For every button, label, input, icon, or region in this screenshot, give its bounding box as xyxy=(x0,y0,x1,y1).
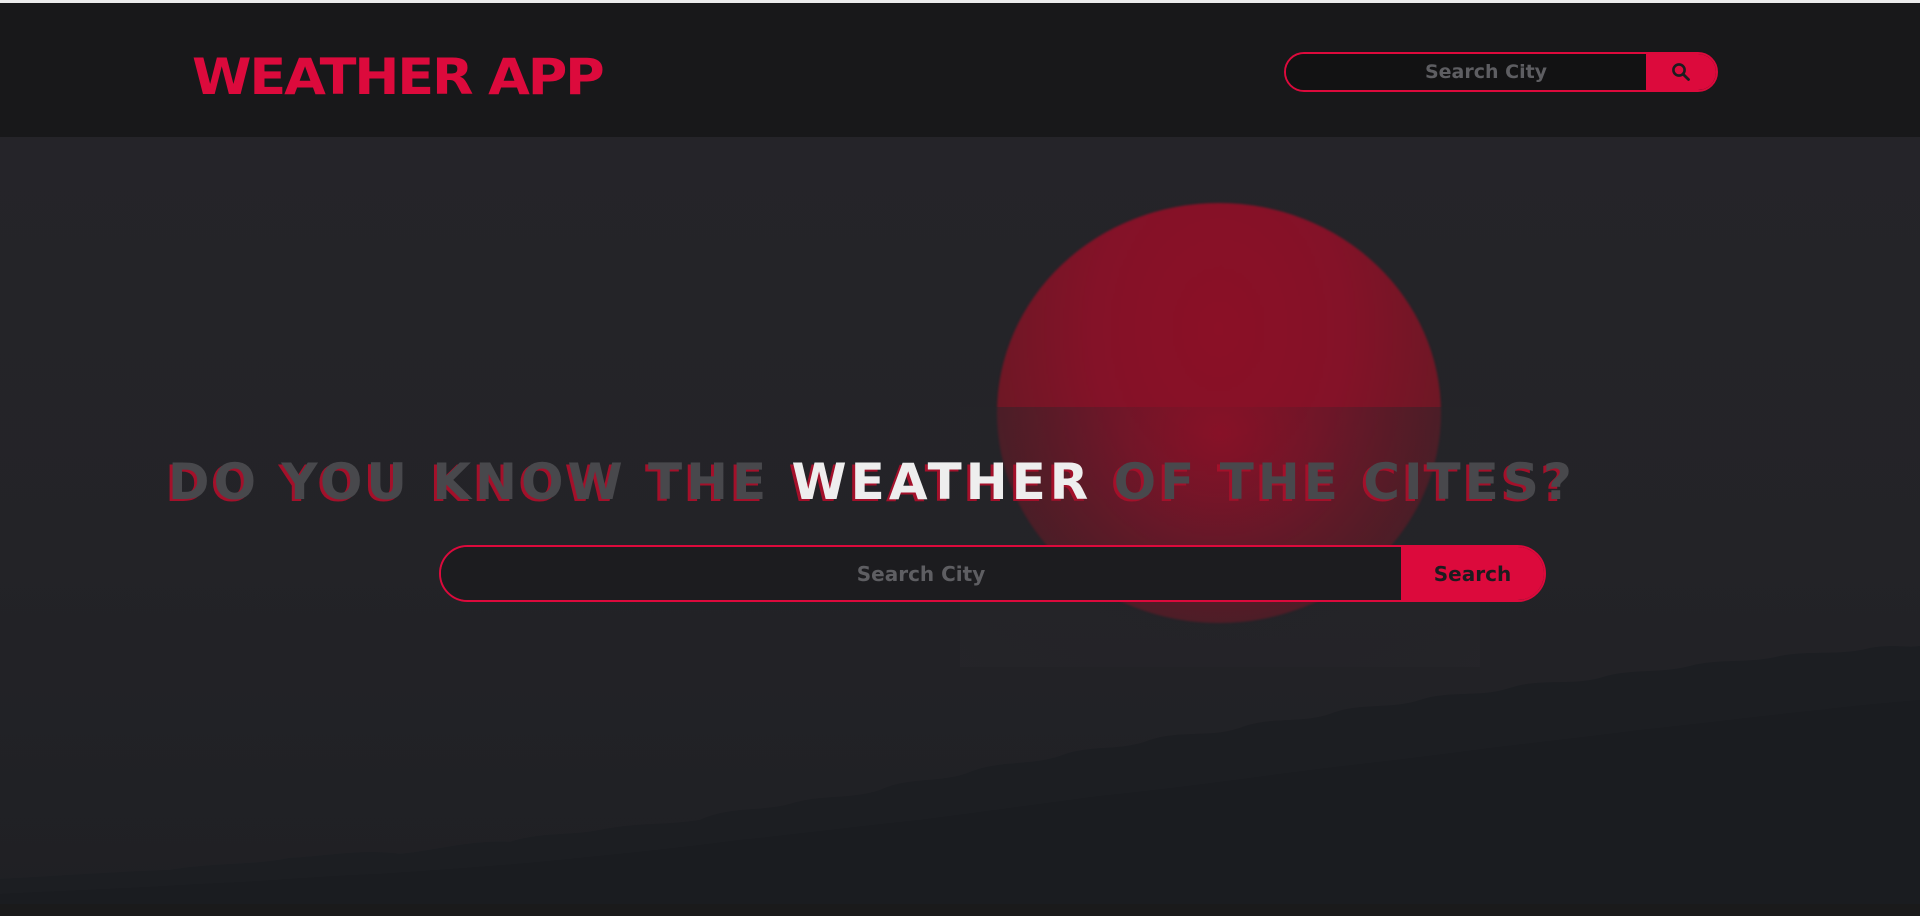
page-bottom-strip xyxy=(0,904,1920,916)
app-logo[interactable]: WEATHER APP xyxy=(192,47,605,107)
navbar-search-input[interactable] xyxy=(1286,54,1646,90)
hero-search-button[interactable]: Search xyxy=(1401,547,1544,600)
search-icon xyxy=(1672,63,1690,81)
navbar-search-button[interactable] xyxy=(1646,54,1716,90)
headline-text-after: OF THE CITES? xyxy=(1092,453,1576,511)
navbar-search-form xyxy=(1284,52,1718,92)
hero-search-form: Search xyxy=(439,545,1546,602)
headline-highlight-word: WEATHER xyxy=(791,453,1093,511)
hero-search-input[interactable] xyxy=(441,547,1401,600)
headline-text-before: DO YOU KNOW THE xyxy=(168,453,792,511)
treeline-silhouette xyxy=(0,646,1920,904)
weather-app-page: WEATHER APP DO YOU KNOW THE WEATHER OF T… xyxy=(0,0,1920,916)
navbar: WEATHER APP xyxy=(0,3,1920,137)
hero-headline: DO YOU KNOW THE WEATHER OF THE CITES? xyxy=(168,452,1828,512)
sun-haze-overlay xyxy=(960,407,1480,667)
hero-section xyxy=(0,137,1920,904)
